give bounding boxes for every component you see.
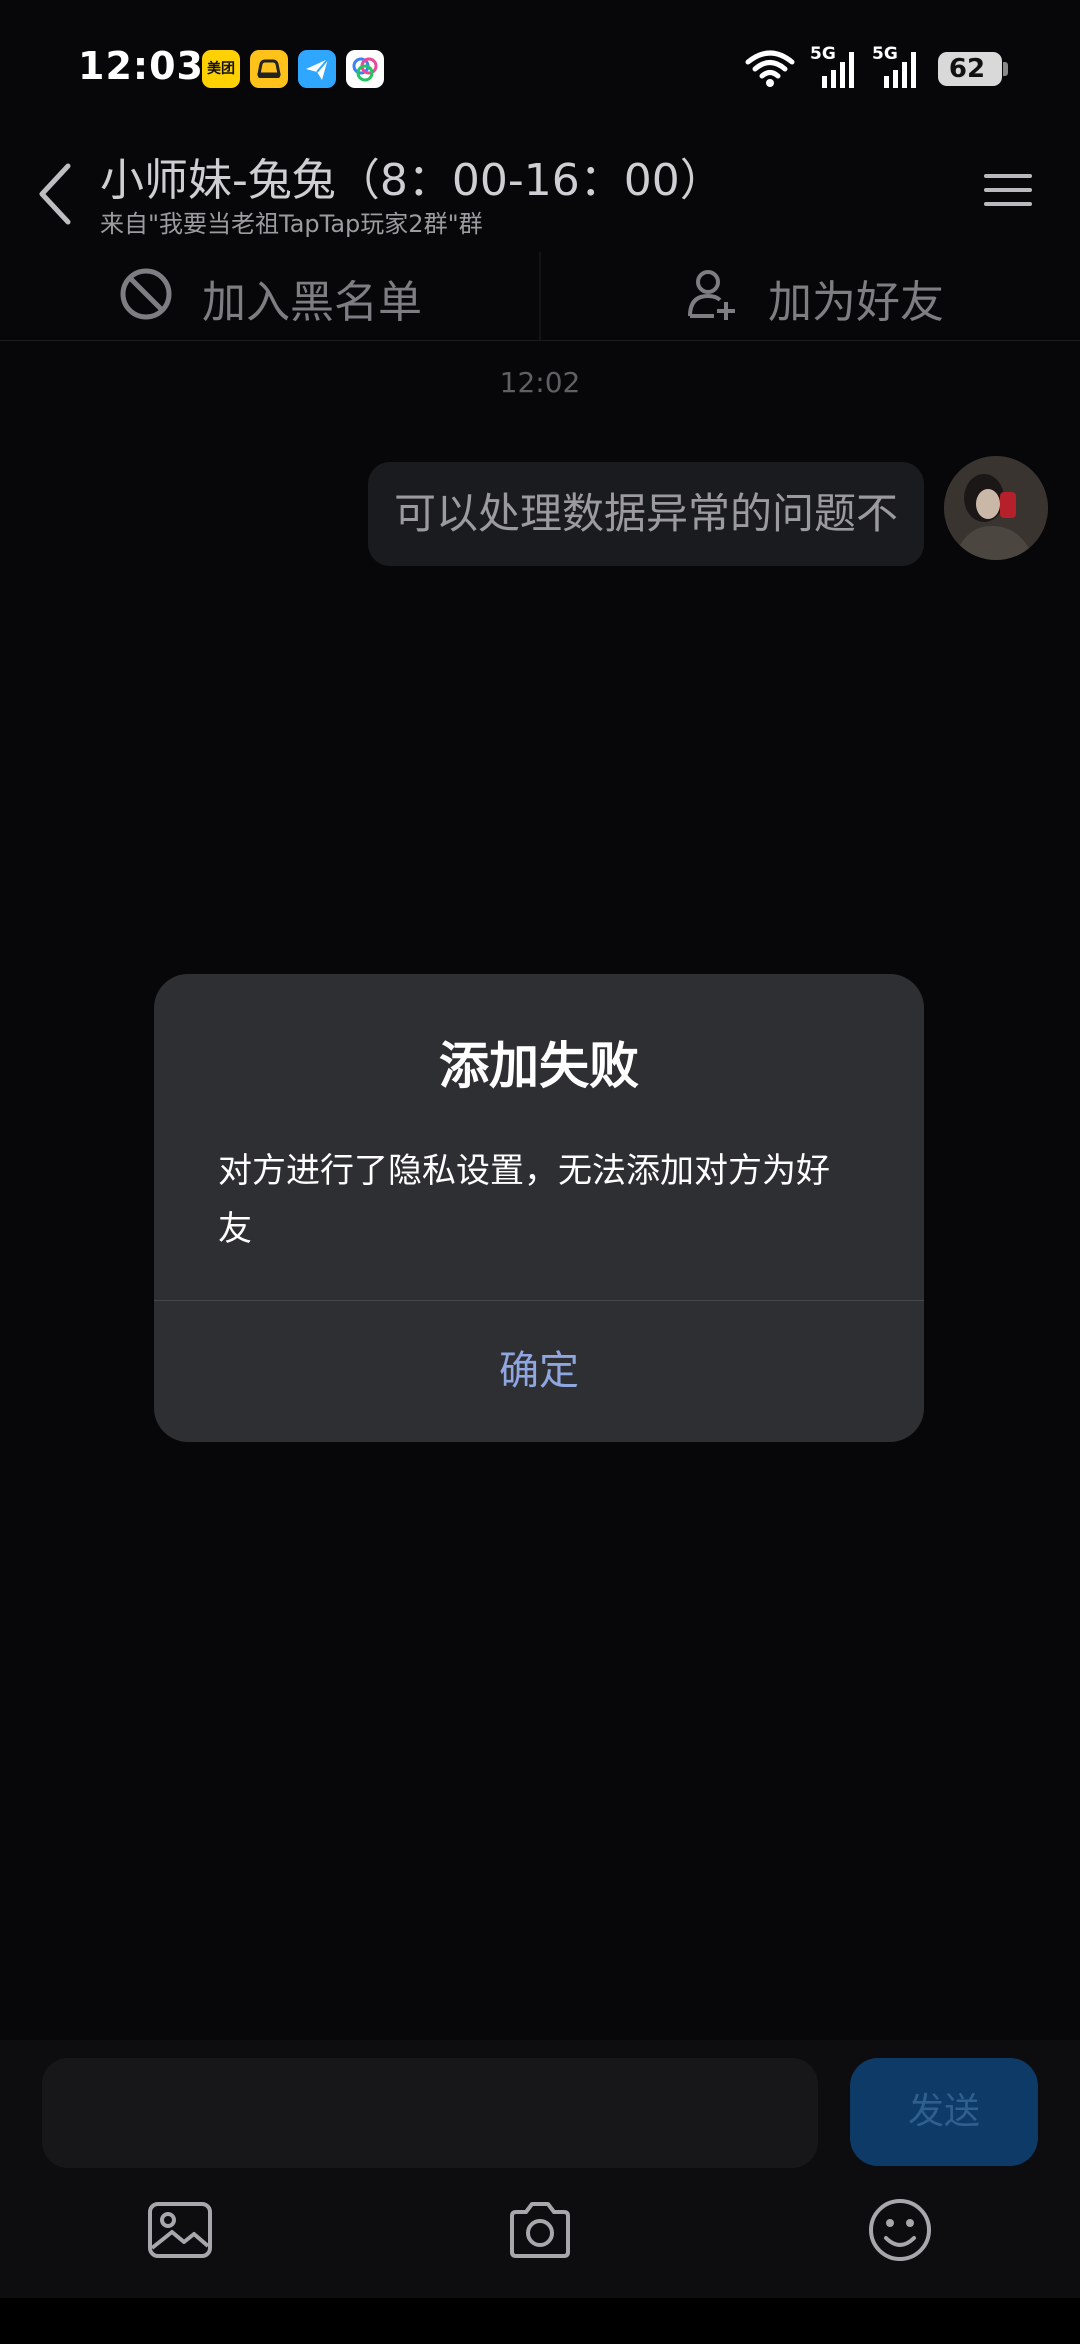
image-icon xyxy=(148,2202,212,2258)
menu-button[interactable] xyxy=(980,160,1036,220)
chat-subtitle: 来自"我要当老祖TapTap玩家2群"群 xyxy=(100,210,483,238)
add-failed-dialog: 添加失败 对方进行了隐私设置，无法添加对方为好友 确定 xyxy=(154,974,924,1442)
add-user-icon xyxy=(688,270,735,320)
add-to-blacklist-label: 加入黑名单 xyxy=(202,277,422,328)
chevron-left-icon xyxy=(39,163,71,225)
battery-tip xyxy=(1003,62,1008,76)
add-friend-button[interactable]: 加为好友 xyxy=(684,252,1004,340)
system-navigation-bar xyxy=(0,2298,1080,2344)
message-timestamp: 12:02 xyxy=(499,366,581,399)
back-button[interactable] xyxy=(28,154,88,234)
action-bar: 加入黑名单 加为好友 xyxy=(0,252,1080,341)
car-icon xyxy=(250,50,288,88)
confirm-button[interactable]: 确定 xyxy=(154,1301,924,1442)
add-friend-label: 加为好友 xyxy=(768,277,944,328)
camera-icon xyxy=(510,2202,570,2258)
photos-icon xyxy=(346,50,384,88)
send-button[interactable]: 发送 xyxy=(850,2058,1038,2166)
image-button[interactable] xyxy=(144,2194,216,2266)
status-time: 12:03 xyxy=(78,44,204,88)
chat-title: 小师妹-兔兔（8：00-16：00） xyxy=(100,155,724,206)
message-composer: 发送 xyxy=(0,2040,1080,2298)
block-icon xyxy=(120,268,172,320)
camera-button[interactable] xyxy=(504,2194,576,2266)
chat-header: 小师妹-兔兔（8：00-16：00） 来自"我要当老祖TapTap玩家2群"群 xyxy=(0,130,1080,250)
battery-icon: 62 xyxy=(938,52,1002,86)
meituan-icon: 美团 xyxy=(202,50,240,88)
dialog-title: 添加失败 xyxy=(439,1037,639,1095)
chat-page: 12:03 美团 5G 5G 62 小师妹-兔兔（8：00-16：00） 来自"… xyxy=(0,0,1080,2344)
avatar-photo xyxy=(944,456,1048,560)
avatar[interactable] xyxy=(944,456,1048,560)
plane-icon xyxy=(298,50,336,88)
action-divider xyxy=(539,252,541,340)
message-input[interactable] xyxy=(42,2058,818,2168)
hamburger-menu-icon xyxy=(984,174,1032,206)
emoji-button[interactable] xyxy=(864,2194,936,2266)
battery-level: 62 xyxy=(948,54,986,84)
add-to-blacklist-button[interactable]: 加入黑名单 xyxy=(118,252,438,340)
emoji-icon xyxy=(869,2199,931,2261)
status-bar: 12:03 美团 5G 5G 62 xyxy=(0,0,1080,130)
wifi-icon xyxy=(745,50,795,87)
dialog-message: 对方进行了隐私设置，无法添加对方为好友 xyxy=(218,1151,830,1249)
message-bubble[interactable]: 可以处理数据异常的问题不 xyxy=(367,462,924,566)
